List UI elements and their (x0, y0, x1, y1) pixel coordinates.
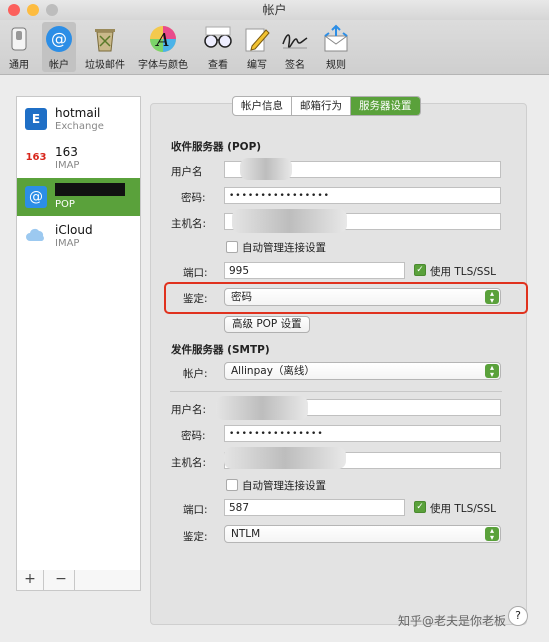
glasses-icon (204, 26, 232, 48)
account-name: 163 (55, 145, 78, 159)
signature-icon (282, 34, 308, 49)
at-icon: @ (46, 26, 72, 52)
outgoing-account-select[interactable]: Allinpay（离线） ▴ ▾ (224, 362, 501, 380)
svg-text:@: @ (51, 29, 67, 48)
outgoing-password-label: 密码: (181, 430, 206, 442)
toolbar-signatures[interactable]: 签名 (280, 22, 310, 72)
incoming-password-field[interactable]: •••••••••••••••• (224, 187, 501, 204)
incoming-password-label: 密码: (181, 192, 206, 204)
account-type: Exchange (55, 121, 104, 132)
outgoing-auto-manage-checkbox[interactable] (226, 479, 238, 491)
account-item-pop[interactable]: @ POP (17, 178, 140, 216)
account-item-icloud[interactable]: iCloud IMAP (17, 217, 140, 255)
incoming-auth-label: 鉴定: (183, 293, 208, 305)
toolbar-accounts[interactable]: @ 帐户 (42, 22, 76, 72)
help-button[interactable]: ? (508, 606, 528, 626)
outgoing-auth-select[interactable]: NTLM ▴ ▾ (224, 525, 501, 543)
close-window-button[interactable] (8, 4, 20, 16)
account-name: hotmail (55, 106, 101, 120)
settings-tabs: 帐户信息 邮箱行为 服务器设置 (232, 96, 421, 116)
outgoing-auth-value: NTLM (231, 528, 261, 540)
account-type: IMAP (55, 160, 80, 171)
rules-icon (324, 24, 348, 52)
font-color-icon: A (150, 26, 176, 52)
preferences-toolbar: 通用 @ 帐户 垃圾邮件 A 字体与颜色 查看 编写 签名 规则 (0, 20, 549, 75)
incoming-auto-manage-checkbox[interactable] (226, 241, 238, 253)
incoming-section-title: 收件服务器 (POP) (171, 141, 262, 153)
toolbar-label: 垃圾邮件 (85, 60, 125, 71)
incoming-port-label: 端口: (183, 267, 208, 279)
incoming-port-field[interactable]: 995 (224, 262, 405, 279)
tab-server-settings[interactable]: 服务器设置 (351, 97, 420, 115)
updown-chevron-icon: ▴ ▾ (485, 527, 499, 542)
updown-chevron-icon: ▴ ▾ (485, 364, 499, 379)
exchange-icon: E (25, 108, 47, 130)
outgoing-account-value: Allinpay（离线） (231, 365, 315, 377)
toolbar-viewing[interactable]: 查看 (200, 22, 236, 72)
incoming-host-label: 主机名: (171, 218, 207, 230)
incoming-username-label: 用户名 (171, 166, 203, 178)
redaction-blur (224, 447, 346, 469)
toolbar-label: 查看 (208, 60, 228, 71)
window-title: 帐户 (262, 3, 287, 17)
toolbar-label: 通用 (9, 60, 29, 71)
outgoing-port-field[interactable]: 587 (224, 499, 405, 516)
updown-chevron-icon: ▴ ▾ (485, 290, 499, 305)
toolbar-junk-mail[interactable]: 垃圾邮件 (82, 22, 128, 72)
outgoing-auth-label: 鉴定: (183, 531, 208, 543)
pencil-icon (245, 28, 270, 52)
redaction-blur (240, 158, 292, 180)
toolbar-fonts-colors[interactable]: A 字体与颜色 (134, 22, 192, 72)
redaction-blur (216, 396, 308, 420)
toolbar-label: 编写 (247, 60, 267, 71)
redaction-blur (232, 209, 347, 233)
divider (170, 391, 502, 392)
outgoing-tls-checkbox[interactable]: ✓ (414, 501, 426, 513)
outgoing-port-label: 端口: (183, 504, 208, 516)
account-item-163[interactable]: 163 163 IMAP (17, 139, 140, 177)
window-titlebar: 帐户 (0, 0, 549, 20)
account-type: POP (55, 199, 75, 210)
outgoing-account-label: 帐户: (183, 368, 208, 380)
toolbar-rules[interactable]: 规则 (320, 22, 352, 72)
add-account-button[interactable]: + (17, 570, 44, 590)
tab-mailbox-behaviors[interactable]: 邮箱行为 (292, 97, 351, 115)
zoom-window-button[interactable] (46, 4, 58, 16)
incoming-auto-manage-label: 自动管理连接设置 (242, 242, 326, 254)
tab-account-info[interactable]: 帐户信息 (233, 97, 292, 115)
toolbar-label: 签名 (285, 60, 305, 71)
minimize-window-button[interactable] (27, 4, 39, 16)
incoming-tls-checkbox[interactable]: ✓ (414, 264, 426, 276)
account-list-footer: + − (16, 570, 141, 591)
incoming-tls-label: 使用 TLS/SSL (430, 266, 496, 278)
switch-icon (11, 27, 27, 51)
incoming-auth-select[interactable]: 密码 ▴ ▾ (224, 288, 501, 306)
icloud-icon (26, 228, 44, 241)
netease-163-icon: 163 (25, 147, 47, 169)
account-type: IMAP (55, 238, 80, 249)
toolbar-label: 字体与颜色 (138, 60, 188, 71)
outgoing-section-title: 发件服务器 (SMTP) (171, 344, 270, 356)
account-name-redacted (55, 183, 125, 196)
toolbar-label: 规则 (326, 60, 346, 71)
toolbar-composing[interactable]: 编写 (242, 22, 272, 72)
svg-text:A: A (155, 30, 170, 51)
toolbar-label: 帐户 (49, 60, 69, 71)
outgoing-auto-manage-label: 自动管理连接设置 (242, 480, 326, 492)
advanced-pop-settings-button[interactable]: 高级 POP 设置 (224, 316, 310, 333)
remove-account-button[interactable]: − (48, 570, 75, 590)
account-list: E hotmail Exchange 163 163 IMAP @ POP iC… (16, 96, 141, 572)
incoming-auth-value: 密码 (231, 291, 252, 303)
at-icon: @ (25, 186, 47, 208)
outgoing-host-label: 主机名: (171, 457, 207, 469)
outgoing-username-label: 用户名: (171, 404, 207, 416)
trash-icon (95, 29, 115, 52)
account-item-hotmail[interactable]: E hotmail Exchange (17, 100, 140, 138)
outgoing-tls-label: 使用 TLS/SSL (430, 503, 496, 515)
toolbar-general[interactable]: 通用 (4, 22, 34, 72)
outgoing-password-field[interactable]: ••••••••••••••• (224, 425, 501, 442)
watermark-text: 知乎@老夫是你老板 (398, 614, 507, 628)
account-name: iCloud (55, 223, 93, 237)
